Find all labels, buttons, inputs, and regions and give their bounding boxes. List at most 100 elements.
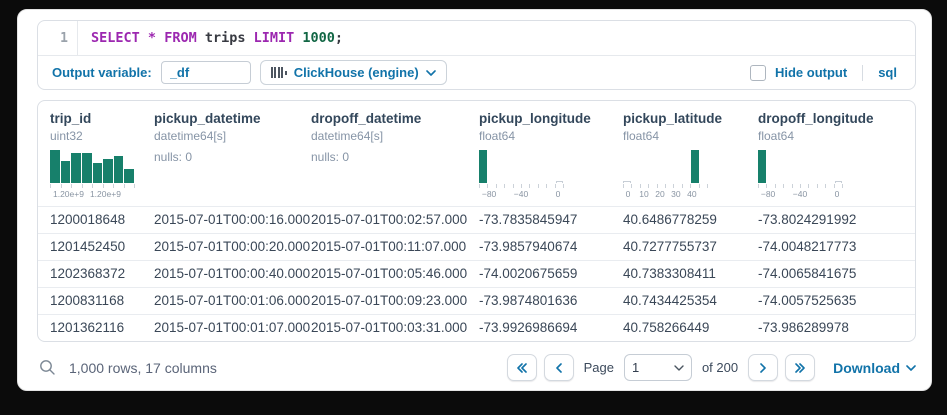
table-cell: -73.9857940674	[479, 234, 623, 260]
code-token: ;	[335, 30, 343, 46]
table-cell: 2015-07-01T00:00:40.000	[154, 261, 311, 287]
column-header[interactable]: pickup_datetime datetime64[s] nulls: 0	[154, 111, 311, 200]
null-count: nulls: 0	[311, 150, 479, 164]
chevron-down-icon	[426, 70, 436, 76]
column-type: uint32	[50, 129, 154, 143]
table-cell: 2015-07-01T00:01:07.000	[154, 315, 311, 341]
table-cell: -74.0065841675	[758, 261, 915, 287]
column-type: float64	[623, 129, 758, 143]
table-cell: 2015-07-01T00:05:46.000	[311, 261, 479, 287]
next-page-button[interactable]	[748, 354, 778, 381]
download-button[interactable]: Download	[833, 360, 916, 376]
column-name: pickup_longitude	[479, 111, 623, 126]
page-count-label: of 200	[702, 360, 738, 375]
column-name: pickup_datetime	[154, 111, 311, 126]
page-select-value: 1	[632, 360, 639, 375]
code-token: SELECT	[91, 30, 140, 46]
table-cell: 2015-07-01T00:01:06.000	[154, 288, 311, 314]
column-name: pickup_latitude	[623, 111, 758, 126]
column-type: datetime64[s]	[311, 129, 479, 143]
code-token	[156, 30, 164, 46]
column-header[interactable]: dropoff_datetime datetime64[s] nulls: 0	[311, 111, 479, 200]
code-line[interactable]: SELECT * FROM trips LIMIT 1000;	[78, 21, 343, 55]
engine-selector[interactable]: ClickHouse (engine)	[260, 60, 447, 85]
cell-toolbar: Output variable: ClickHouse (engine) Hid…	[38, 56, 915, 89]
table-body: 12000186482015-07-01T00:00:16.0002015-07…	[38, 206, 915, 341]
line-number: 1	[38, 21, 78, 55]
code-token	[140, 30, 148, 46]
table-cell: -73.7835845947	[479, 207, 623, 233]
first-page-button[interactable]	[507, 354, 537, 381]
table-cell: 1200831168	[50, 288, 154, 314]
column-histogram: −80−400	[479, 150, 563, 199]
column-histogram: −80−400	[758, 150, 842, 199]
table-cell: 40.7277755737	[623, 234, 758, 260]
column-name: dropoff_longitude	[758, 111, 915, 126]
table-cell: -73.8024291992	[758, 207, 915, 233]
chevron-down-icon	[674, 365, 684, 371]
table-cell: 2015-07-01T00:02:57.000	[311, 207, 479, 233]
code-token	[294, 30, 302, 46]
table-cell: -74.0057525635	[758, 288, 915, 314]
table-header-row: trip_id uint32 1.20e+91.20e+9 pickup_dateti…	[38, 101, 915, 206]
table-cell: 2015-07-01T00:00:20.000	[154, 234, 311, 260]
table-cell: 40.7383308411	[623, 261, 758, 287]
code-token: LIMIT	[254, 30, 295, 46]
search-icon[interactable]	[39, 359, 56, 376]
table-cell: -73.986289978	[758, 315, 915, 341]
engine-selector-label: ClickHouse (engine)	[294, 65, 419, 80]
results-table-panel: trip_id uint32 1.20e+91.20e+9 pickup_dateti…	[37, 100, 916, 342]
results-footer: 1,000 rows, 17 columns Page 1 of 200	[39, 354, 916, 381]
table-cell: 1201362116	[50, 315, 154, 341]
chevron-down-icon	[906, 365, 916, 371]
download-label: Download	[833, 360, 900, 376]
column-name: dropoff_datetime	[311, 111, 479, 126]
column-header[interactable]: trip_id uint32 1.20e+91.20e+9	[50, 111, 154, 200]
code-token: 1000	[302, 30, 335, 46]
column-type: datetime64[s]	[154, 129, 311, 143]
row-summary: 1,000 rows, 17 columns	[39, 359, 217, 376]
table-cell: -74.0048217773	[758, 234, 915, 260]
code-token: FROM	[164, 30, 197, 46]
column-header[interactable]: dropoff_longitude float64 −80−400	[758, 111, 915, 200]
output-variable-input[interactable]	[161, 61, 251, 84]
pagination: Page 1 of 200 Download	[507, 354, 916, 381]
table-cell: 1200018648	[50, 207, 154, 233]
column-name: trip_id	[50, 111, 154, 126]
column-header[interactable]: pickup_longitude float64 −80−400	[479, 111, 623, 200]
prev-page-button[interactable]	[544, 354, 574, 381]
output-variable-label: Output variable:	[52, 65, 152, 80]
sql-cell-card: 1 SELECT * FROM trips LIMIT 1000; Output…	[17, 9, 932, 391]
table-cell: 40.758266449	[623, 315, 758, 341]
code-token: trips	[197, 30, 254, 46]
clickhouse-icon	[271, 67, 287, 78]
toolbar-divider	[862, 65, 863, 81]
table-cell: -73.9874801636	[479, 288, 623, 314]
table-cell: 1201452450	[50, 234, 154, 260]
last-page-button[interactable]	[785, 354, 815, 381]
code-row: 1 SELECT * FROM trips LIMIT 1000;	[38, 21, 915, 55]
page-label: Page	[584, 360, 614, 375]
table-cell: -73.9926986694	[479, 315, 623, 341]
table-cell: -74.0020675659	[479, 261, 623, 287]
table-row: 12023683722015-07-01T00:00:40.0002015-07…	[38, 260, 915, 287]
null-count: nulls: 0	[154, 150, 311, 164]
column-type: float64	[758, 129, 915, 143]
hide-output-label[interactable]: Hide output	[775, 65, 847, 80]
hide-output-checkbox[interactable]	[750, 65, 766, 81]
language-badge[interactable]: sql	[878, 65, 897, 80]
table-cell: 2015-07-01T00:11:07.000	[311, 234, 479, 260]
column-histogram: 1.20e+91.20e+9	[50, 150, 134, 199]
column-header[interactable]: pickup_latitudefloat64010203040	[623, 111, 758, 200]
row-summary-text: 1,000 rows, 17 columns	[69, 360, 217, 376]
table-cell: 2015-07-01T00:09:23.000	[311, 288, 479, 314]
table-row: 12000186482015-07-01T00:00:16.0002015-07…	[38, 206, 915, 233]
table-row: 12008311682015-07-01T00:01:06.0002015-07…	[38, 287, 915, 314]
table-cell: 40.6486778259	[623, 207, 758, 233]
table-cell: 40.7434425354	[623, 288, 758, 314]
table-row: 12013621162015-07-01T00:01:07.0002015-07…	[38, 314, 915, 341]
table-row: 12014524502015-07-01T00:00:20.0002015-07…	[38, 233, 915, 260]
column-type: float64	[479, 129, 623, 143]
page-select[interactable]: 1	[624, 354, 692, 381]
sql-editor-panel: 1 SELECT * FROM trips LIMIT 1000; Output…	[37, 20, 916, 90]
